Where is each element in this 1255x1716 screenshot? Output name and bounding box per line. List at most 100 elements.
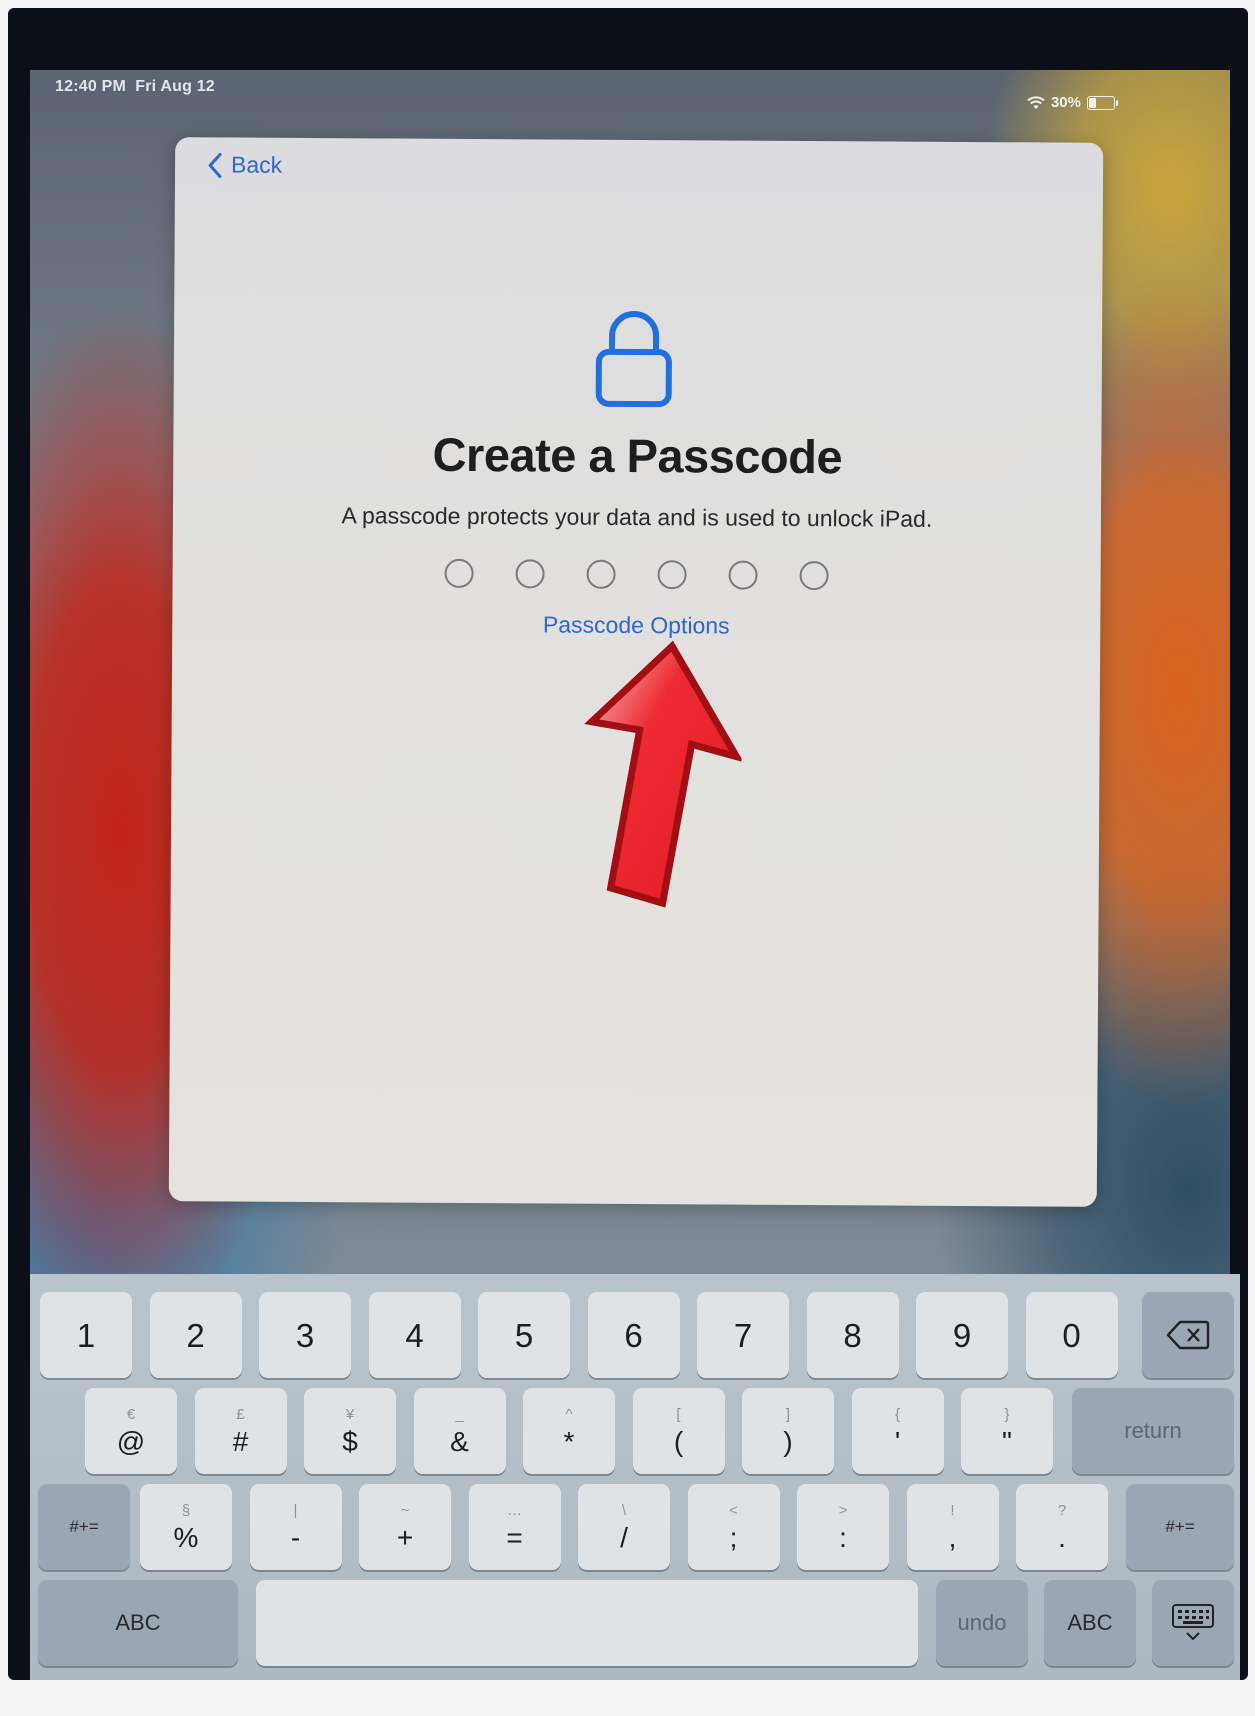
key-6[interactable]: 6 — [587, 1292, 680, 1378]
key-row3-8[interactable]: ?. — [1016, 1484, 1108, 1570]
key-label: ' — [894, 1425, 901, 1457]
abc-label: ABC — [1067, 1610, 1113, 1635]
key-row3-4[interactable]: \ / — [578, 1484, 670, 1570]
symbols-key[interactable]: #+= — [38, 1484, 130, 1570]
key-alt-label: ~ — [400, 1501, 410, 1519]
key-row3-5[interactable]: <; — [687, 1484, 780, 1570]
lock-icon — [595, 310, 672, 408]
key-label: 2 — [186, 1316, 205, 1354]
key-label: + — [396, 1521, 414, 1553]
keyboard-dismiss-icon — [1172, 1604, 1214, 1641]
passcode-dot — [657, 560, 687, 590]
symbols-label: #+= — [1165, 1517, 1195, 1536]
page-subtitle: A passcode protects your data and is use… — [341, 502, 933, 532]
key-alt-label: ? — [1057, 1501, 1067, 1519]
key-label: 0 — [1062, 1316, 1081, 1354]
back-label: Back — [231, 151, 283, 178]
keyboard-dismiss-key[interactable] — [1152, 1580, 1234, 1666]
key-row2-2[interactable]: ¥ $ — [304, 1388, 396, 1474]
key-8[interactable]: 8 — [806, 1292, 899, 1378]
on-screen-keyboard: 1 2 3 4 5 6 7 8 9 0 € @ £ # ¥ $ _ & ^ *[(]){'} " return #+= §% |… — [30, 1274, 1240, 1680]
battery-icon — [1087, 95, 1118, 110]
key-label: 3 — [295, 1316, 315, 1354]
key-9[interactable]: 9 — [916, 1292, 1008, 1378]
key-label: % — [173, 1521, 199, 1553]
key-label: " — [1002, 1425, 1012, 1457]
key-alt-label: _ — [455, 1405, 464, 1423]
status-date: Fri Aug 12 — [135, 78, 215, 95]
passcode-dot — [586, 559, 616, 589]
key-alt-label: [ — [676, 1405, 681, 1423]
passcode-entry-dots[interactable] — [173, 557, 1101, 592]
key-alt-label: ] — [785, 1405, 791, 1423]
key-alt-label: … — [507, 1501, 522, 1519]
key-label: 1 — [76, 1316, 96, 1354]
passcode-dot — [728, 560, 758, 590]
key-label: = — [506, 1521, 523, 1553]
passcode-dot — [515, 559, 545, 589]
key-label: 8 — [843, 1316, 862, 1354]
return-key[interactable]: return — [1072, 1388, 1234, 1474]
key-3[interactable]: 3 — [259, 1292, 351, 1378]
key-0[interactable]: 0 — [1025, 1292, 1118, 1378]
key-row2-0[interactable]: € @ — [85, 1388, 177, 1474]
space-key[interactable] — [256, 1580, 918, 1666]
abc-key-right[interactable]: ABC — [1044, 1580, 1136, 1666]
abc-key[interactable]: ABC — [38, 1580, 238, 1666]
key-alt-label: | — [293, 1501, 298, 1519]
key-4[interactable]: 4 — [368, 1292, 461, 1378]
delete-key[interactable] — [1142, 1292, 1234, 1378]
key-alt-label: } — [1004, 1405, 1010, 1423]
key-label: : — [839, 1521, 847, 1553]
status-indicators: 30% — [1027, 94, 1118, 111]
abc-label: ABC — [115, 1610, 161, 1635]
key-row3-0[interactable]: §% — [140, 1484, 232, 1570]
backspace-icon — [1166, 1320, 1210, 1350]
status-time-date: 12:40 PM Fri Aug 12 — [55, 78, 215, 96]
passcode-dot — [444, 558, 474, 589]
key-row3-2[interactable]: ~ + — [359, 1484, 451, 1570]
key-2[interactable]: 2 — [149, 1292, 242, 1378]
undo-key[interactable]: undo — [936, 1580, 1028, 1666]
key-label: 6 — [624, 1316, 643, 1354]
key-5[interactable]: 5 — [478, 1292, 570, 1378]
annotation-arrow-icon — [584, 640, 743, 908]
key-row2-6[interactable]: ]) — [742, 1388, 834, 1474]
passcode-options-link[interactable]: Passcode Options — [172, 609, 1100, 642]
key-row2-3[interactable]: _ & — [413, 1388, 506, 1474]
chevron-left-icon — [208, 152, 222, 178]
key-row2-1[interactable]: £ # — [194, 1388, 287, 1474]
key-row2-4[interactable]: ^ * — [523, 1388, 615, 1474]
key-alt-label: ! — [950, 1501, 955, 1519]
key-7[interactable]: 7 — [697, 1292, 789, 1378]
key-label: 5 — [514, 1316, 534, 1354]
key-label: $ — [342, 1425, 358, 1457]
key-1[interactable]: 1 — [40, 1292, 132, 1378]
wifi-icon — [1027, 95, 1045, 109]
key-row3-7[interactable]: !, — [906, 1484, 999, 1570]
key-row3-1[interactable]: | - — [249, 1484, 342, 1570]
key-row2-8[interactable]: } " — [961, 1388, 1053, 1474]
key-label: # — [232, 1425, 249, 1457]
key-alt-label: { — [894, 1405, 900, 1423]
key-alt-label: ¥ — [345, 1405, 355, 1423]
symbols-key-right[interactable]: #+= — [1126, 1484, 1234, 1570]
back-button[interactable]: Back — [207, 151, 282, 178]
key-label: @ — [116, 1425, 146, 1457]
key-label: & — [450, 1425, 469, 1457]
status-time: 12:40 PM — [55, 78, 126, 95]
passcode-dot — [799, 560, 829, 591]
key-row3-3[interactable]: … = — [468, 1484, 561, 1570]
key-row2-7[interactable]: {' — [851, 1388, 944, 1474]
passcode-dialog: Back Create a Passcode A passcode protec… — [168, 137, 1104, 1207]
key-row3-6[interactable]: >: — [797, 1484, 889, 1570]
key-label: . — [1058, 1521, 1066, 1553]
key-alt-label: £ — [236, 1405, 245, 1423]
key-label: * — [563, 1425, 575, 1457]
key-row2-5[interactable]: [( — [632, 1388, 725, 1474]
key-alt-label: \ — [621, 1501, 627, 1519]
key-label: ( — [673, 1425, 684, 1457]
page-title: Create a Passcode — [432, 427, 843, 484]
undo-label: undo — [957, 1610, 1007, 1635]
key-label: ; — [729, 1521, 738, 1553]
